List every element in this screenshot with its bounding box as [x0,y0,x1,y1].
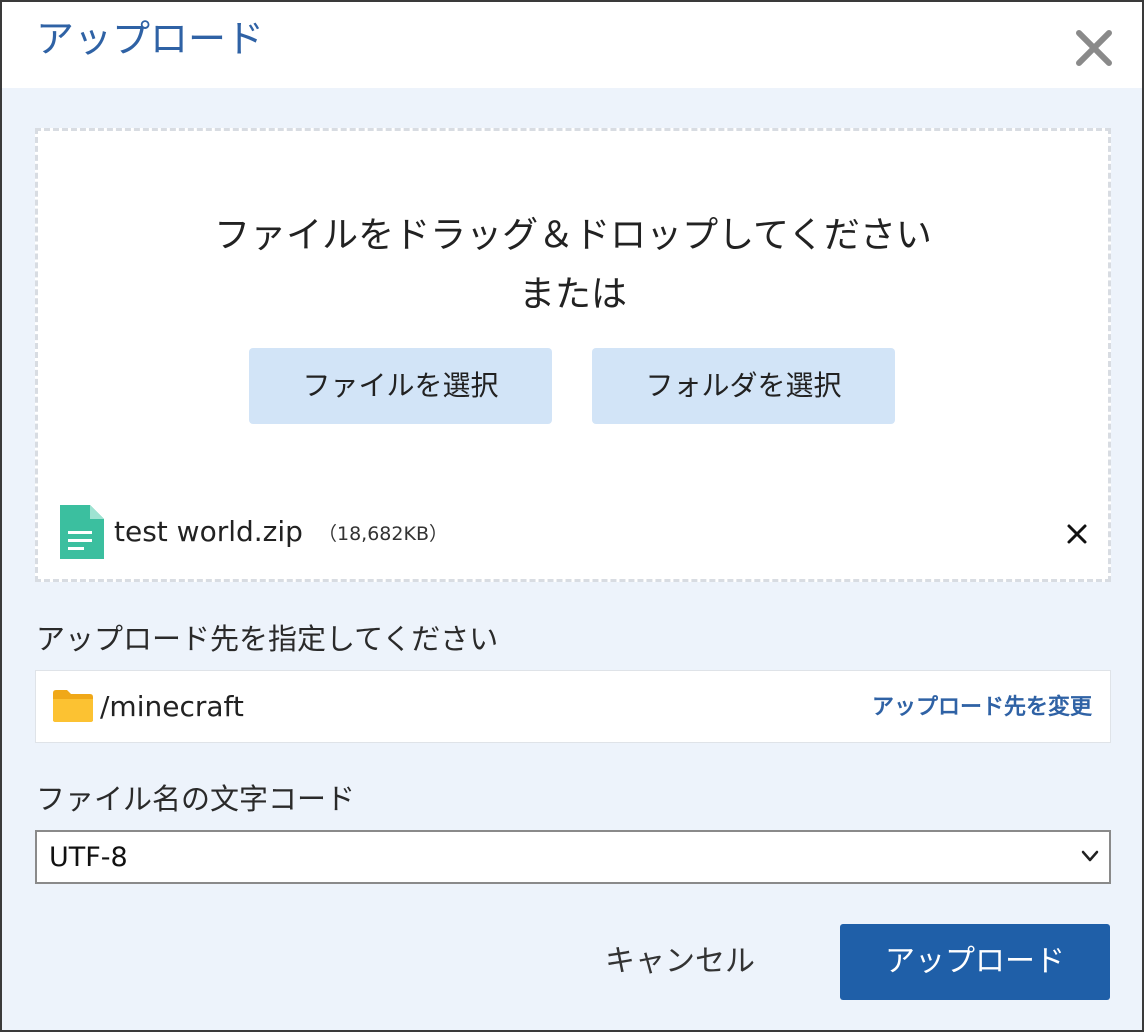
dialog-header: アップロード [2,2,1142,88]
destination-field: /minecraft アップロード先を変更 [35,670,1111,743]
folder-icon [53,690,93,722]
document-icon [60,505,104,559]
remove-icon[interactable] [1066,523,1088,545]
drop-instruction: ファイルをドラッグ＆ドロップしてください [214,215,932,256]
encoding-select[interactable]: UTF-8 [35,830,1111,884]
chevron-down-icon [1081,850,1099,862]
select-folder-button[interactable]: フォルダを選択 [592,348,895,424]
change-destination-link[interactable]: アップロード先を変更 [872,693,1092,723]
upload-dialog: アップロード ファイルをドラッグ＆ドロップしてください または ファイルを選択 … [0,0,1144,1032]
close-icon[interactable] [1074,28,1114,68]
file-list-item: test world.zip （18,682KB） [58,503,1088,563]
file-size: （18,682KB） [318,523,448,545]
drop-or-text: または [518,274,627,315]
upload-button[interactable]: アップロード [840,924,1110,1000]
dialog-title: アップロード [36,17,265,61]
file-drop-zone[interactable]: ファイルをドラッグ＆ドロップしてください または ファイルを選択 フォルダを選択… [35,128,1111,582]
destination-label: アップロード先を指定してください [36,622,499,656]
select-file-button[interactable]: ファイルを選択 [249,348,552,424]
file-name: test world.zip [114,515,303,548]
destination-path: /minecraft [100,690,244,723]
cancel-button[interactable]: キャンセル [582,924,778,1000]
encoding-selected-value: UTF-8 [49,842,128,873]
encoding-label: ファイル名の文字コード [36,782,356,816]
